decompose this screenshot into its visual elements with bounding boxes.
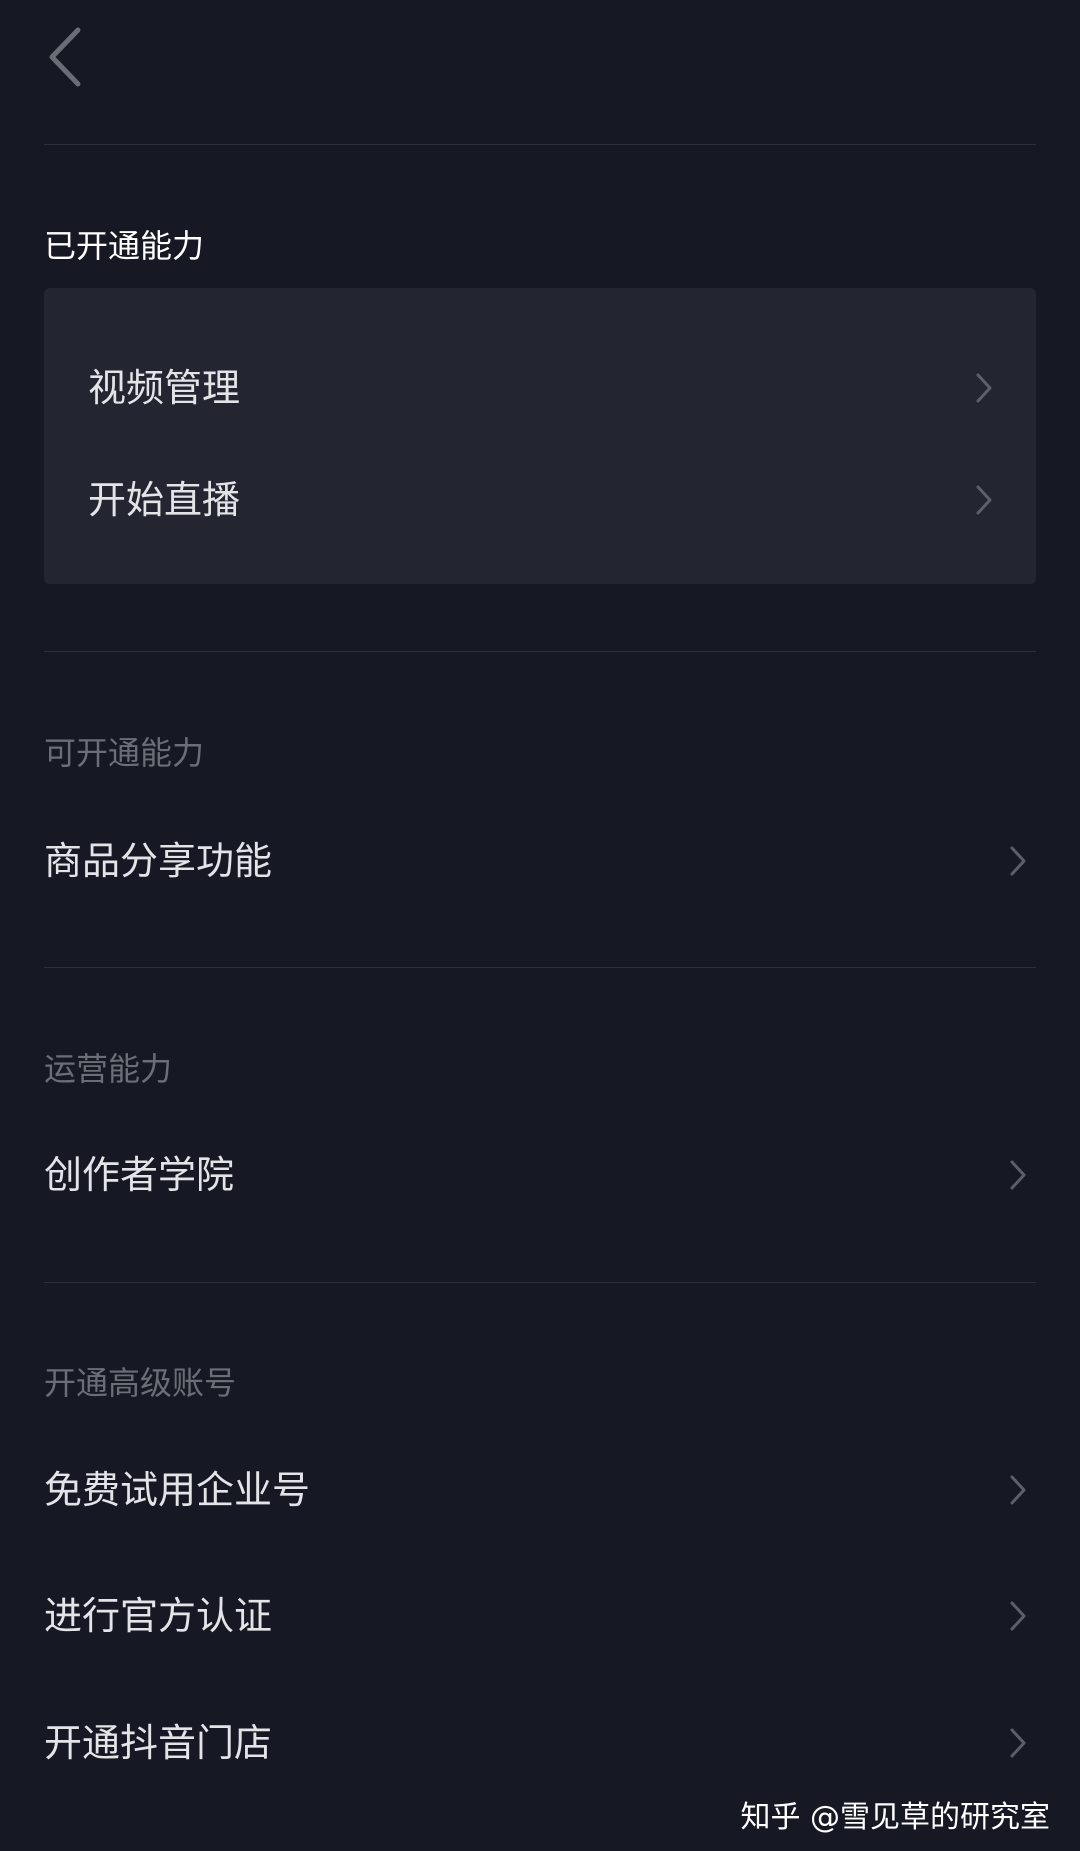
list-item-douyin-store[interactable]: 开通抖音门店 bbox=[0, 1688, 1080, 1798]
list-item-enterprise-trial[interactable]: 免费试用企业号 bbox=[0, 1435, 1080, 1545]
top-bar bbox=[0, 0, 1080, 144]
back-button[interactable] bbox=[36, 22, 96, 92]
chevron-right-icon bbox=[1010, 1728, 1026, 1758]
chevron-right-icon bbox=[1010, 1160, 1026, 1190]
list-item-label: 免费试用企业号 bbox=[44, 1468, 311, 1512]
chevron-right-icon bbox=[976, 373, 992, 403]
list-item-label: 开通抖音门店 bbox=[44, 1721, 273, 1765]
enabled-card: 视频管理 开始直播 bbox=[44, 288, 1036, 584]
list-item-creator-academy[interactable]: 创作者学院 bbox=[0, 1120, 1080, 1230]
section-title-advanced: 开通高级账号 bbox=[44, 1364, 237, 1402]
list-item-video-management[interactable]: 视频管理 bbox=[44, 333, 1036, 443]
divider bbox=[44, 651, 1036, 652]
list-item-start-live[interactable]: 开始直播 bbox=[44, 445, 1036, 555]
section-title-available: 可开通能力 bbox=[44, 734, 205, 772]
chevron-right-icon bbox=[1010, 1601, 1026, 1631]
divider bbox=[44, 967, 1036, 968]
divider bbox=[44, 1282, 1036, 1283]
list-item-label: 创作者学院 bbox=[44, 1153, 235, 1197]
list-item-official-verification[interactable]: 进行官方认证 bbox=[0, 1561, 1080, 1671]
chevron-right-icon bbox=[1010, 846, 1026, 876]
list-item-label: 进行官方认证 bbox=[44, 1594, 273, 1638]
chevron-right-icon bbox=[976, 485, 992, 515]
list-item-label: 开始直播 bbox=[88, 478, 241, 522]
watermark: 知乎 @雪见草的研究室 bbox=[740, 1800, 1050, 1835]
list-item-label: 视频管理 bbox=[88, 366, 241, 410]
chevron-right-icon bbox=[1010, 1475, 1026, 1505]
list-item-product-sharing[interactable]: 商品分享功能 bbox=[0, 806, 1080, 916]
list-item-label: 商品分享功能 bbox=[44, 839, 273, 883]
divider bbox=[44, 144, 1036, 145]
section-title-enabled: 已开通能力 bbox=[44, 227, 205, 265]
capabilities-page: 已开通能力 视频管理 开始直播 可开通能力 商品分享功能 运营能力 创作者学院 bbox=[0, 0, 1080, 1851]
chevron-left-icon bbox=[49, 27, 81, 87]
section-title-operations: 运营能力 bbox=[44, 1050, 173, 1088]
